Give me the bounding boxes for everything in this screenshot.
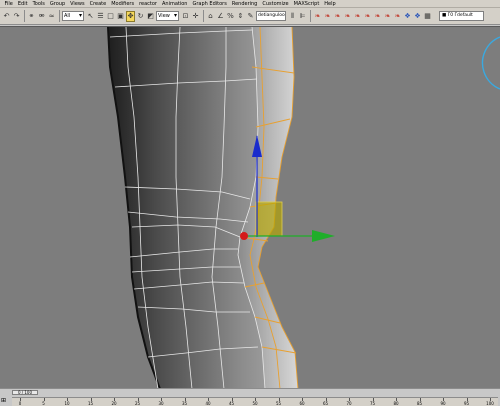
timeline-tick-label: 20	[111, 401, 117, 406]
timeline-tick-label: 75	[369, 401, 376, 406]
timeline-tick-label: 10	[64, 401, 70, 406]
select-object-icon[interactable]: ↖	[86, 11, 95, 22]
timeline-tick-label: 65	[322, 401, 329, 406]
menu-tools[interactable]: Tools	[30, 0, 47, 8]
curve-editor-icon[interactable]: ❧	[323, 11, 332, 22]
menu-rendering[interactable]: Rendering	[229, 0, 260, 8]
timeline-tick-label: 5	[42, 401, 45, 406]
menu-modifiers[interactable]: Modifiers	[109, 0, 137, 8]
pivot-center-icon[interactable]: ⊡	[181, 11, 190, 22]
timeline-tick-label: 90	[440, 401, 446, 406]
xy-plane-handle	[255, 201, 283, 237]
schematic-view-icon[interactable]: ❧	[333, 11, 342, 22]
timeline-bar: 0 / 100 ⊞ 0 5 10 15 20 25 30 35 40 45 50 55 60 65 70 75…	[0, 388, 500, 406]
menu-help[interactable]: Help	[322, 0, 338, 8]
timeline-ruler[interactable]: 0 5 10 15 20 25 30 35 40 45 50 55 60 65 70 75 80 85 90 95 10…	[12, 397, 498, 406]
edit-named-selection-icon[interactable]: ✎	[246, 11, 255, 22]
environment-icon[interactable]: ❖	[403, 11, 412, 22]
timeline-tick-label: 0	[18, 401, 22, 406]
timeline-tick-label: 55	[275, 401, 282, 406]
menu-views[interactable]: Views	[68, 0, 87, 8]
toolbar-separator	[59, 10, 60, 22]
menu-customize[interactable]: Customize	[260, 0, 291, 8]
menu-bar: File Edit Tools Group Views Create Modifiers re…	[0, 0, 500, 8]
timeline-tick-label: 70	[346, 401, 352, 406]
timeline-tick-label: 85	[416, 401, 423, 406]
reference-coordinate-dropdown[interactable]: View	[156, 11, 179, 21]
menu-edit[interactable]: Edit	[15, 0, 30, 8]
named-selection-field[interactable]: detianguloo	[256, 11, 286, 21]
spinner-snap-icon[interactable]: ⇕	[236, 11, 245, 22]
menu-file[interactable]: File	[2, 0, 15, 8]
main-toolbar: ↶ ↷ ⚭ ⚮ ≈ All ↖ ☰ □ ▣ ✥ ↻ ◩ View ⊡ ✛ ⌂ ∠…	[0, 8, 500, 25]
selection-filter-dropdown[interactable]: All	[62, 11, 84, 21]
quick-render-icon[interactable]: ❧	[373, 11, 382, 22]
x-axis-point	[240, 232, 248, 240]
timeline-tick-label: 95	[463, 401, 470, 406]
align-icon[interactable]: ⊫	[298, 11, 307, 22]
unlink-icon[interactable]: ⚮	[37, 11, 46, 22]
toolbar-separator	[203, 10, 204, 22]
undo-icon[interactable]: ↶	[2, 11, 11, 22]
timeline-tick-label: 15	[87, 401, 94, 406]
select-and-manipulate-icon[interactable]: ✛	[191, 11, 200, 22]
timeline-tick-label: 100	[486, 401, 494, 406]
timeline-tick-label: 25	[134, 401, 141, 406]
timeline-tick-label: 35	[181, 401, 188, 406]
menu-animation[interactable]: Animation	[159, 0, 190, 8]
render-last-icon[interactable]: ❧	[383, 11, 392, 22]
menu-reactor[interactable]: reactor	[137, 0, 160, 8]
mirror-icon[interactable]: ⫴	[288, 11, 297, 22]
render-setup-icon[interactable]: ❧	[353, 11, 362, 22]
select-and-scale-icon[interactable]: ◩	[146, 11, 155, 22]
activeshade-icon[interactable]: ❧	[393, 11, 402, 22]
percent-snap-icon[interactable]: %	[226, 11, 235, 22]
menu-create[interactable]: Create	[87, 0, 109, 8]
select-and-move-icon[interactable]: ✥	[126, 10, 135, 22]
toolbar-separator	[24, 10, 25, 22]
effects-icon[interactable]: ❖	[413, 11, 422, 22]
timeline-tick-label: 30	[158, 401, 164, 406]
rendered-frame-icon[interactable]: ❧	[363, 11, 372, 22]
y-axis-arrow	[312, 230, 335, 242]
timeline-tick-label: 40	[205, 401, 211, 406]
timeline-tick-label: 45	[228, 401, 235, 406]
menu-maxscript[interactable]: MAXScript	[291, 0, 322, 8]
render-type-icon[interactable]: ▦	[423, 11, 432, 22]
viewcube-edge	[481, 36, 500, 90]
bind-space-warp-icon[interactable]: ≈	[47, 11, 56, 22]
toolbar-separator	[310, 10, 311, 22]
menu-graph-editors[interactable]: Graph Editors	[190, 0, 229, 8]
window-crossing-icon[interactable]: ▣	[116, 11, 125, 22]
select-link-icon[interactable]: ⚭	[27, 11, 36, 22]
timeline-tick-label: 80	[393, 401, 399, 406]
snap-toggle-icon[interactable]: ⌂	[206, 11, 215, 22]
timeline-tick-label: 50	[252, 401, 258, 406]
timeline-tick-label: 60	[299, 401, 305, 406]
rectangular-selection-icon[interactable]: □	[106, 11, 115, 22]
layer-manager-icon[interactable]: ❧	[313, 11, 322, 22]
menu-group[interactable]: Group	[47, 0, 67, 8]
redo-icon[interactable]: ↷	[12, 11, 21, 22]
track-bar-icon[interactable]: ⊞	[1, 397, 6, 404]
perspective-viewport[interactable]	[0, 26, 500, 388]
time-slider[interactable]: 0 / 100	[12, 390, 38, 395]
material-editor-icon[interactable]: ❧	[343, 11, 352, 22]
angle-snap-icon[interactable]: ∠	[216, 11, 225, 22]
select-and-rotate-icon[interactable]: ↻	[136, 11, 145, 22]
select-by-name-icon[interactable]: ☰	[96, 11, 105, 22]
viewport-canvas[interactable]	[0, 27, 500, 388]
layer-field[interactable]: ■ Γ0 Γdefault	[439, 11, 484, 21]
